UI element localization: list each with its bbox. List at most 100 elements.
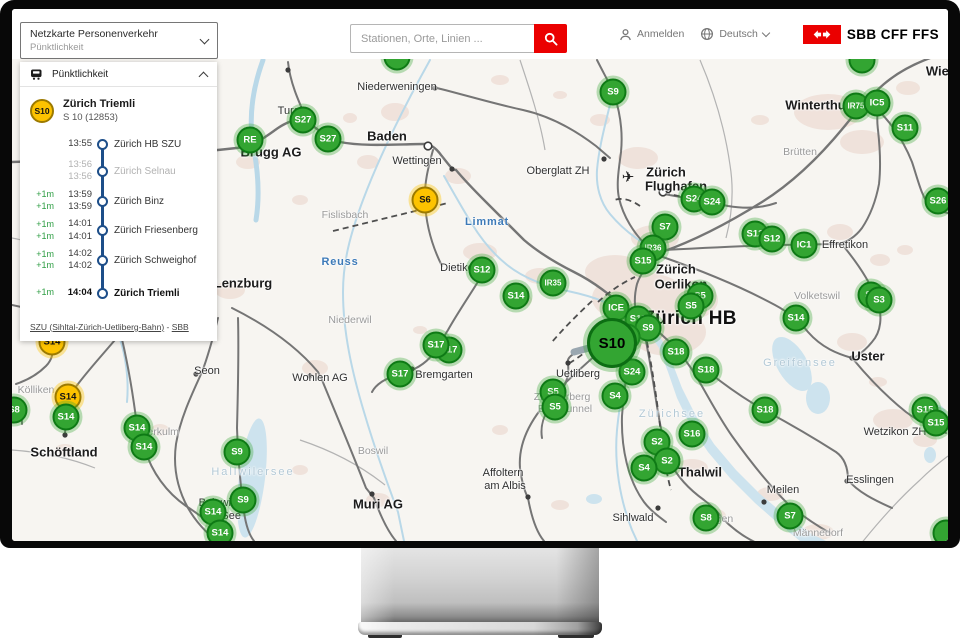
panel-header-toggle[interactable]: Pünktlichkeit bbox=[20, 62, 217, 87]
sbb-link[interactable]: SBB bbox=[172, 322, 189, 332]
login-button[interactable]: Anmelden bbox=[619, 28, 684, 41]
monitor-stand-base bbox=[358, 622, 602, 635]
stop-row-z-rich-selnau[interactable]: 13:56 13:56 Zürich Selnau bbox=[30, 159, 209, 184]
line-marker-ic5[interactable]: IC5 bbox=[864, 90, 891, 117]
layer-dropdown-subtitle: Pünktlichkeit bbox=[30, 42, 201, 53]
line-marker-re[interactable]: RE bbox=[237, 127, 264, 154]
line-marker-s4[interactable]: S4 bbox=[631, 455, 658, 482]
stop-row-z-rich-triemli[interactable]: +1m14:04 Zürich Triemli bbox=[30, 284, 209, 303]
layer-dropdown[interactable]: Netzkarte Personenverkehr Pünktlichkeit bbox=[20, 22, 218, 59]
search-button[interactable] bbox=[534, 24, 567, 53]
line-marker-s14[interactable]: S14 bbox=[783, 305, 810, 332]
app-window: NiederweningenTurgiBadenBrugg AGWettinge… bbox=[12, 9, 948, 541]
monitor-frame: NiederweningenTurgiBadenBrugg AGWettinge… bbox=[0, 0, 960, 548]
line-marker-s9[interactable]: S9 bbox=[600, 79, 627, 106]
line-marker-s15[interactable]: S15 bbox=[923, 410, 949, 437]
stop-row-z-rich-friesenberg[interactable]: +1m +1m14:01 14:01 Zürich Friesenberg bbox=[30, 218, 209, 243]
monitor-stand-neck bbox=[361, 548, 599, 624]
search-bar bbox=[350, 24, 567, 53]
chevron-up-icon bbox=[199, 72, 209, 82]
line-marker-s17[interactable]: S17 bbox=[387, 361, 414, 388]
line-subtitle: S 10 (12853) bbox=[63, 112, 135, 123]
topbar: Netzkarte Personenverkehr Pünktlichkeit bbox=[12, 9, 948, 59]
globe-icon bbox=[700, 27, 714, 41]
chevron-down-icon bbox=[762, 28, 770, 36]
line-marker-s4[interactable]: S4 bbox=[602, 383, 629, 410]
line-marker-s11[interactable]: S11 bbox=[892, 115, 919, 142]
panel-header-label: Pünktlichkeit bbox=[52, 69, 192, 80]
stop-name: Zürich Friesenberg bbox=[114, 225, 209, 236]
line-marker-s14[interactable]: S14 bbox=[503, 283, 530, 310]
stop-row-z-rich-hb-szu[interactable]: 13:55 Zürich HB SZU bbox=[30, 135, 209, 154]
language-selector[interactable]: Deutsch bbox=[700, 27, 769, 41]
layer-dropdown-title: Netzkarte Personenverkehr bbox=[30, 28, 201, 40]
line-marker-s10[interactable]: S10 bbox=[587, 318, 637, 368]
page: NiederweningenTurgiBadenBrugg AGWettinge… bbox=[0, 0, 960, 638]
line-marker-s9[interactable]: S9 bbox=[230, 487, 257, 514]
line-marker-s26[interactable]: S26 bbox=[925, 188, 949, 215]
stop-name: Zürich Triemli bbox=[114, 288, 209, 299]
line-badge-s10: S10 bbox=[30, 99, 54, 123]
line-marker-s18[interactable]: S18 bbox=[752, 397, 779, 424]
stop-time: 14:02 14:02 bbox=[56, 248, 92, 273]
line-marker-s17[interactable]: S17 bbox=[423, 332, 450, 359]
stop-time: 13:55 bbox=[56, 138, 92, 150]
chevron-down-icon bbox=[200, 34, 210, 44]
line-title: Zürich Triemli bbox=[63, 98, 135, 110]
stop-node-icon bbox=[97, 255, 108, 266]
line-marker-s6[interactable]: S6 bbox=[412, 187, 439, 214]
train-icon bbox=[30, 69, 44, 80]
stop-node-icon bbox=[97, 139, 108, 150]
line-marker-s14[interactable]: S14 bbox=[131, 434, 158, 461]
line-marker-s7[interactable]: S7 bbox=[777, 503, 804, 530]
stop-delay: +1m +1m bbox=[30, 249, 54, 272]
stop-node-icon bbox=[97, 196, 108, 207]
user-icon bbox=[619, 28, 632, 41]
stop-time: 14:04 bbox=[56, 287, 92, 299]
stop-delay: +1m +1m bbox=[30, 189, 54, 212]
line-marker-s8[interactable]: S8 bbox=[693, 505, 720, 532]
stop-delay: +1m +1m bbox=[30, 219, 54, 242]
sbb-flag-icon bbox=[803, 25, 841, 44]
line-marker-s2[interactable]: S2 bbox=[654, 448, 681, 475]
line-marker-ic1[interactable]: IC1 bbox=[791, 232, 818, 259]
stop-row-z-rich-schweighof[interactable]: +1m +1m14:02 14:02 Zürich Schweighof bbox=[30, 248, 209, 273]
line-summary: S10 Zürich Triemli S 10 (12853) bbox=[20, 87, 217, 127]
line-marker-s27[interactable]: S27 bbox=[315, 126, 342, 153]
search-input[interactable] bbox=[350, 24, 534, 53]
stop-time: 14:01 14:01 bbox=[56, 218, 92, 243]
line-marker-ir35[interactable]: IR35 bbox=[540, 270, 567, 297]
stop-name: Zürich Binz bbox=[114, 196, 209, 207]
line-marker-s14[interactable]: S14 bbox=[207, 520, 234, 542]
stop-node-icon bbox=[97, 288, 108, 299]
line-marker-s5[interactable]: S5 bbox=[542, 394, 569, 421]
stop-time: 13:59 13:59 bbox=[56, 189, 92, 214]
stop-name: Zürich HB SZU bbox=[114, 139, 209, 150]
line-marker-s18[interactable]: S18 bbox=[693, 357, 720, 384]
line-marker-s9[interactable]: S9 bbox=[224, 439, 251, 466]
line-marker-s15[interactable]: S15 bbox=[630, 248, 657, 275]
stop-name: Zürich Selnau bbox=[114, 166, 209, 177]
line-marker-s5[interactable]: S5 bbox=[678, 293, 705, 320]
sbb-logo-text: SBB CFF FFS bbox=[847, 27, 939, 42]
operator-link[interactable]: SZU (Sihltal-Zürich-Uetliberg-Bahn) bbox=[30, 322, 164, 332]
line-marker-s12[interactable]: S12 bbox=[759, 226, 786, 253]
stop-list: 13:55 Zürich HB SZU 13:56 13:56 Zürich Seln… bbox=[20, 127, 217, 310]
line-marker-s24[interactable]: S24 bbox=[699, 189, 726, 216]
login-label: Anmelden bbox=[637, 28, 684, 40]
line-marker-s3[interactable]: S3 bbox=[866, 287, 893, 314]
sbb-logo: SBB CFF FFS bbox=[803, 25, 939, 44]
line-marker-s12[interactable]: S12 bbox=[469, 257, 496, 284]
stop-delay: +1m bbox=[30, 287, 54, 299]
line-marker-s14[interactable]: S14 bbox=[53, 404, 80, 431]
punctuality-panel: Pünktlichkeit S10 Zürich Triemli S 10 (1… bbox=[20, 62, 217, 341]
stop-name: Zürich Schweighof bbox=[114, 255, 209, 266]
stop-node-icon bbox=[97, 166, 108, 177]
line-marker-s27[interactable]: S27 bbox=[290, 107, 317, 134]
line-marker-s18[interactable]: S18 bbox=[663, 339, 690, 366]
stop-time: 13:56 13:56 bbox=[56, 159, 92, 184]
line-marker-s16[interactable]: S16 bbox=[679, 421, 706, 448]
stop-node-icon bbox=[97, 225, 108, 236]
footer-separator: - bbox=[164, 322, 172, 332]
stop-row-z-rich-binz[interactable]: +1m +1m13:59 13:59 Zürich Binz bbox=[30, 189, 209, 214]
